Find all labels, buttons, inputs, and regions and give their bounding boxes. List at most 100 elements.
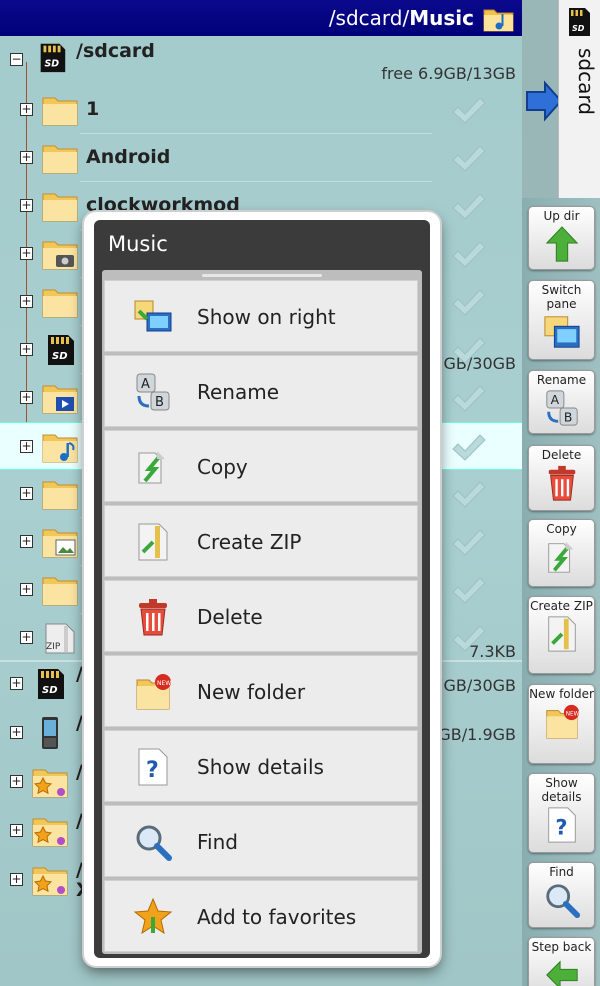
switch-pane-button[interactable]: Switch pane	[528, 280, 595, 360]
tree-item-name: /sdcard	[76, 40, 155, 62]
dialog-body: Music Show on right A B Rename Copy Create ZI…	[94, 220, 430, 958]
expand-icon[interactable]: +	[20, 440, 33, 453]
toolbar-button-label: Switch pane	[541, 283, 582, 311]
video-folder-icon	[42, 381, 78, 415]
menu-item-new-folder[interactable]: NEW New folder	[104, 655, 418, 727]
expand-icon[interactable]: +	[10, 726, 23, 739]
rename-icon: AB	[133, 372, 173, 412]
copy-button[interactable]: Copy	[528, 519, 595, 587]
expand-icon[interactable]: +	[10, 677, 23, 690]
trash-icon	[529, 464, 594, 502]
toolbar-button-label: Show details	[541, 776, 582, 804]
rename-button[interactable]: Rename A B	[528, 370, 595, 434]
tree-item-name: /	[76, 761, 83, 783]
expand-icon[interactable]: +	[20, 103, 33, 116]
check-icon[interactable]	[450, 478, 486, 512]
favorite-folder-icon	[32, 765, 68, 799]
favorite-folder-icon	[32, 814, 68, 848]
check-icon[interactable]	[450, 622, 486, 656]
show-on-right-icon	[133, 297, 173, 337]
menu-item-add-to-favorites[interactable]: Add to favorites	[104, 880, 418, 952]
expand-icon[interactable]: +	[20, 535, 33, 548]
menu-item-create-zip[interactable]: Create ZIP	[104, 505, 418, 577]
menu-item-label: New folder	[197, 680, 306, 704]
up-dir-button[interactable]: Up dir	[528, 206, 595, 270]
check-icon[interactable]	[450, 190, 486, 224]
menu-item-find[interactable]: Find	[104, 805, 418, 877]
expand-icon[interactable]: +	[20, 583, 33, 596]
check-icon[interactable]	[450, 286, 486, 320]
svg-text:B: B	[563, 410, 571, 424]
details-icon: ?	[133, 747, 173, 787]
folder-icon	[42, 477, 78, 511]
trash-icon	[133, 597, 173, 637]
menu-item-label: Delete	[197, 605, 263, 629]
delete-button[interactable]: Delete	[528, 445, 595, 511]
zip-file-icon: ZIP	[42, 621, 78, 655]
up-arrow-icon	[529, 225, 594, 263]
show-details-button[interactable]: Show details?	[528, 773, 595, 853]
back-icon	[529, 956, 594, 986]
copy-icon	[529, 538, 594, 576]
expand-icon[interactable]: +	[20, 295, 33, 308]
menu-item-label: Add to favorites	[197, 905, 357, 929]
menu-item-show-details[interactable]: ? Show details	[104, 730, 418, 802]
menu-item-rename[interactable]: A B Rename	[104, 355, 418, 427]
context-menu-list[interactable]: Show on right A B Rename Copy Create ZIP Delet…	[102, 270, 422, 954]
check-icon[interactable]	[450, 382, 486, 416]
tree-item-name: /	[76, 810, 83, 832]
expand-icon[interactable]: +	[20, 343, 33, 356]
svg-text:A: A	[550, 393, 559, 407]
music-folder-icon	[42, 430, 78, 464]
check-icon[interactable]	[450, 334, 486, 368]
expand-icon[interactable]: +	[10, 873, 23, 886]
tree-item-name: /	[76, 663, 83, 685]
expand-icon[interactable]: +	[20, 487, 33, 500]
folder-icon	[42, 93, 78, 127]
check-icon[interactable]	[450, 431, 486, 465]
check-icon[interactable]	[450, 574, 486, 608]
folder-icon	[42, 285, 78, 319]
svg-text:SD: SD	[572, 24, 585, 33]
collapse-icon[interactable]: −	[10, 53, 23, 66]
menu-item-label: Find	[197, 830, 238, 854]
folder-icon	[42, 141, 78, 175]
dialog-title: Music	[108, 232, 168, 256]
folder-icon	[42, 573, 78, 607]
zip-icon	[529, 615, 594, 653]
find-button[interactable]: Find	[528, 862, 595, 928]
menu-item-copy[interactable]: Copy	[104, 430, 418, 502]
expand-icon[interactable]: +	[10, 824, 23, 837]
step-back-button[interactable]: Step back	[528, 937, 595, 986]
expand-icon[interactable]: +	[20, 199, 33, 212]
svg-text:SD: SD	[42, 685, 58, 696]
expand-icon[interactable]: +	[20, 247, 33, 260]
create-zip-button[interactable]: Create ZIP	[528, 596, 595, 674]
check-icon[interactable]	[450, 94, 486, 128]
check-icon[interactable]	[450, 526, 486, 560]
check-icon[interactable]	[450, 238, 486, 272]
expand-icon[interactable]: +	[20, 631, 33, 644]
expand-icon[interactable]: +	[10, 775, 23, 788]
menu-item-show-on-right[interactable]: Show on right	[104, 280, 418, 352]
menu-item-delete[interactable]: Delete	[104, 580, 418, 652]
svg-text:B: B	[155, 395, 164, 410]
tree-root-row[interactable]: − SD /sdcard free 6.9GB/13GB	[0, 36, 522, 86]
toolbar-button-label: Rename	[536, 373, 587, 387]
tree-row[interactable]: +1	[0, 86, 522, 134]
menu-item-label: Copy	[197, 455, 248, 479]
toolbar-button-label: Find	[549, 865, 574, 879]
scroll-indicator-top	[202, 274, 322, 277]
check-icon[interactable]	[450, 142, 486, 176]
new-folder-button[interactable]: New folder NEW	[528, 684, 595, 764]
expand-icon[interactable]: +	[20, 151, 33, 164]
path-bar: /sdcard/Music	[0, 0, 522, 36]
phone-icon	[32, 716, 68, 750]
tree-row[interactable]: + Android	[0, 134, 522, 182]
toolbar-button-label: Copy	[546, 522, 577, 536]
svg-text:SD: SD	[52, 351, 68, 362]
svg-text:ZIP: ZIP	[46, 642, 61, 652]
pane-tab[interactable]: SD sdcard	[522, 0, 600, 198]
expand-icon[interactable]: +	[20, 391, 33, 404]
svg-text:NEW: NEW	[157, 680, 171, 687]
